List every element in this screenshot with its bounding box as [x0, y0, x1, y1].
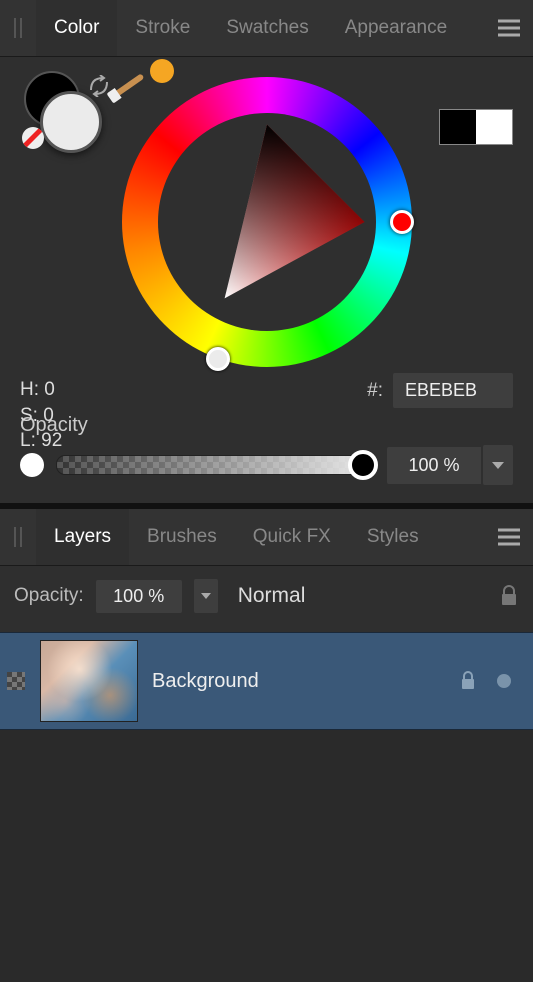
empty-layer-area [0, 730, 533, 982]
blend-mode-select[interactable]: Normal [230, 578, 487, 614]
lightness-readout: L: 92 [20, 428, 62, 454]
hex-label: #: [367, 380, 383, 402]
hsl-readout: H: 0 S: 0 L: 92 [20, 377, 62, 454]
lock-icon[interactable] [499, 585, 519, 607]
opacity-dropdown-icon[interactable] [483, 445, 513, 485]
default-bw-swatch[interactable] [439, 109, 513, 145]
tab-appearance[interactable]: Appearance [327, 0, 465, 56]
hue-handle[interactable] [390, 210, 414, 234]
tab-color[interactable]: Color [36, 0, 117, 56]
saturation-triangle[interactable] [161, 116, 373, 328]
panel-drag-handle[interactable] [0, 18, 36, 38]
layer-name-label[interactable]: Background [146, 670, 459, 693]
layer-opacity-input[interactable] [96, 580, 182, 613]
opacity-slider[interactable] [56, 455, 375, 475]
tab-styles[interactable]: Styles [349, 509, 437, 565]
layer-row-background[interactable]: Background [0, 632, 533, 730]
hex-input[interactable] [393, 373, 513, 408]
layer-opacity-dropdown-icon[interactable] [194, 579, 218, 613]
layers-panel-tabbar: Layers Brushes Quick FX Styles [0, 509, 533, 566]
layer-thumbnail[interactable] [40, 640, 138, 722]
layer-list: Background [0, 632, 533, 730]
triangle-handle[interactable] [206, 347, 230, 371]
layers-panel: Layers Brushes Quick FX Styles Opacity: … [0, 509, 533, 982]
black-swatch[interactable] [440, 110, 476, 144]
layer-status-dot[interactable] [497, 674, 511, 688]
hue-readout: H: 0 [20, 377, 62, 403]
tab-brushes[interactable]: Brushes [129, 509, 235, 565]
opacity-slider-handle[interactable] [348, 450, 378, 480]
color-panel-tabbar: Color Stroke Swatches Appearance [0, 0, 533, 57]
layers-panel-menu-icon[interactable] [485, 528, 533, 546]
tab-stroke[interactable]: Stroke [117, 0, 208, 56]
layer-opacity-label: Opacity: [14, 585, 84, 607]
color-wheel[interactable] [122, 77, 412, 367]
opacity-label: Opacity [20, 414, 513, 437]
white-swatch[interactable] [476, 110, 512, 144]
opacity-input[interactable] [387, 447, 481, 484]
fg-bg-color-swatches[interactable] [20, 71, 100, 151]
no-fill-icon[interactable] [22, 127, 44, 149]
foreground-color-swatch[interactable] [40, 91, 102, 153]
layer-visibility-toggle[interactable] [0, 672, 32, 690]
tab-quick-fx[interactable]: Quick FX [235, 509, 349, 565]
panel-drag-handle[interactable] [0, 527, 36, 547]
tab-layers[interactable]: Layers [36, 509, 129, 565]
opacity-preview-dot [20, 453, 44, 477]
saturation-readout: S: 0 [20, 403, 62, 429]
color-panel: Color Stroke Swatches Appearance [0, 0, 533, 503]
layer-lock-icon[interactable] [459, 671, 477, 691]
color-panel-menu-icon[interactable] [485, 19, 533, 37]
layer-controls-row: Opacity: Normal [14, 578, 519, 614]
tab-swatches[interactable]: Swatches [208, 0, 326, 56]
